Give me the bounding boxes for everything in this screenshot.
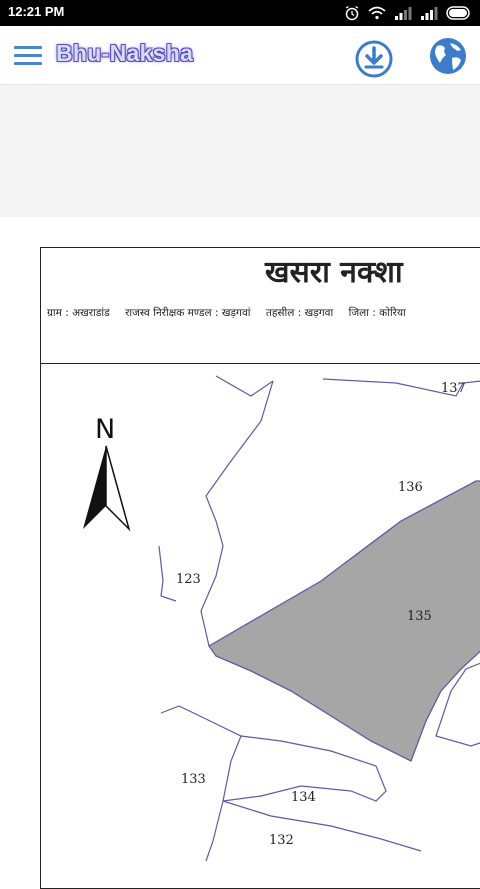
plot-135[interactable]	[208, 480, 480, 762]
download-icon[interactable]	[354, 39, 394, 79]
status-time: 12:21 PM	[8, 4, 65, 19]
menu-icon[interactable]	[14, 46, 42, 66]
globe-icon[interactable]	[428, 36, 468, 76]
signal-icon-2	[421, 7, 438, 20]
ad-banner-area	[0, 85, 480, 217]
khasra-map[interactable]: खसरा नक्शा ग्राम : अखराडांड राजस्व निरीक…	[40, 247, 480, 889]
alarm-icon	[345, 5, 359, 21]
plot-label-133: 133	[181, 772, 206, 787]
status-icons	[344, 3, 472, 23]
app-title: Bhu-Naksha	[56, 40, 194, 66]
north-arrow-icon	[83, 445, 131, 532]
plot-label-134: 134	[291, 790, 316, 805]
plot-label-136: 136	[398, 480, 423, 495]
plot-label-135: 135	[407, 609, 432, 624]
map-canvas[interactable]: N 137 136 135 123 133 134 132	[41, 248, 480, 888]
battery-icon	[446, 6, 470, 20]
app-bar: Bhu-Naksha	[0, 26, 480, 85]
status-bar: 12:21 PM	[0, 0, 480, 26]
wifi-icon	[368, 6, 386, 20]
plot-label-123: 123	[176, 572, 201, 587]
north-label: N	[95, 414, 115, 445]
signal-icon-1	[395, 7, 412, 20]
plot-label-137: 137	[441, 381, 466, 396]
plot-label-132: 132	[269, 833, 294, 848]
